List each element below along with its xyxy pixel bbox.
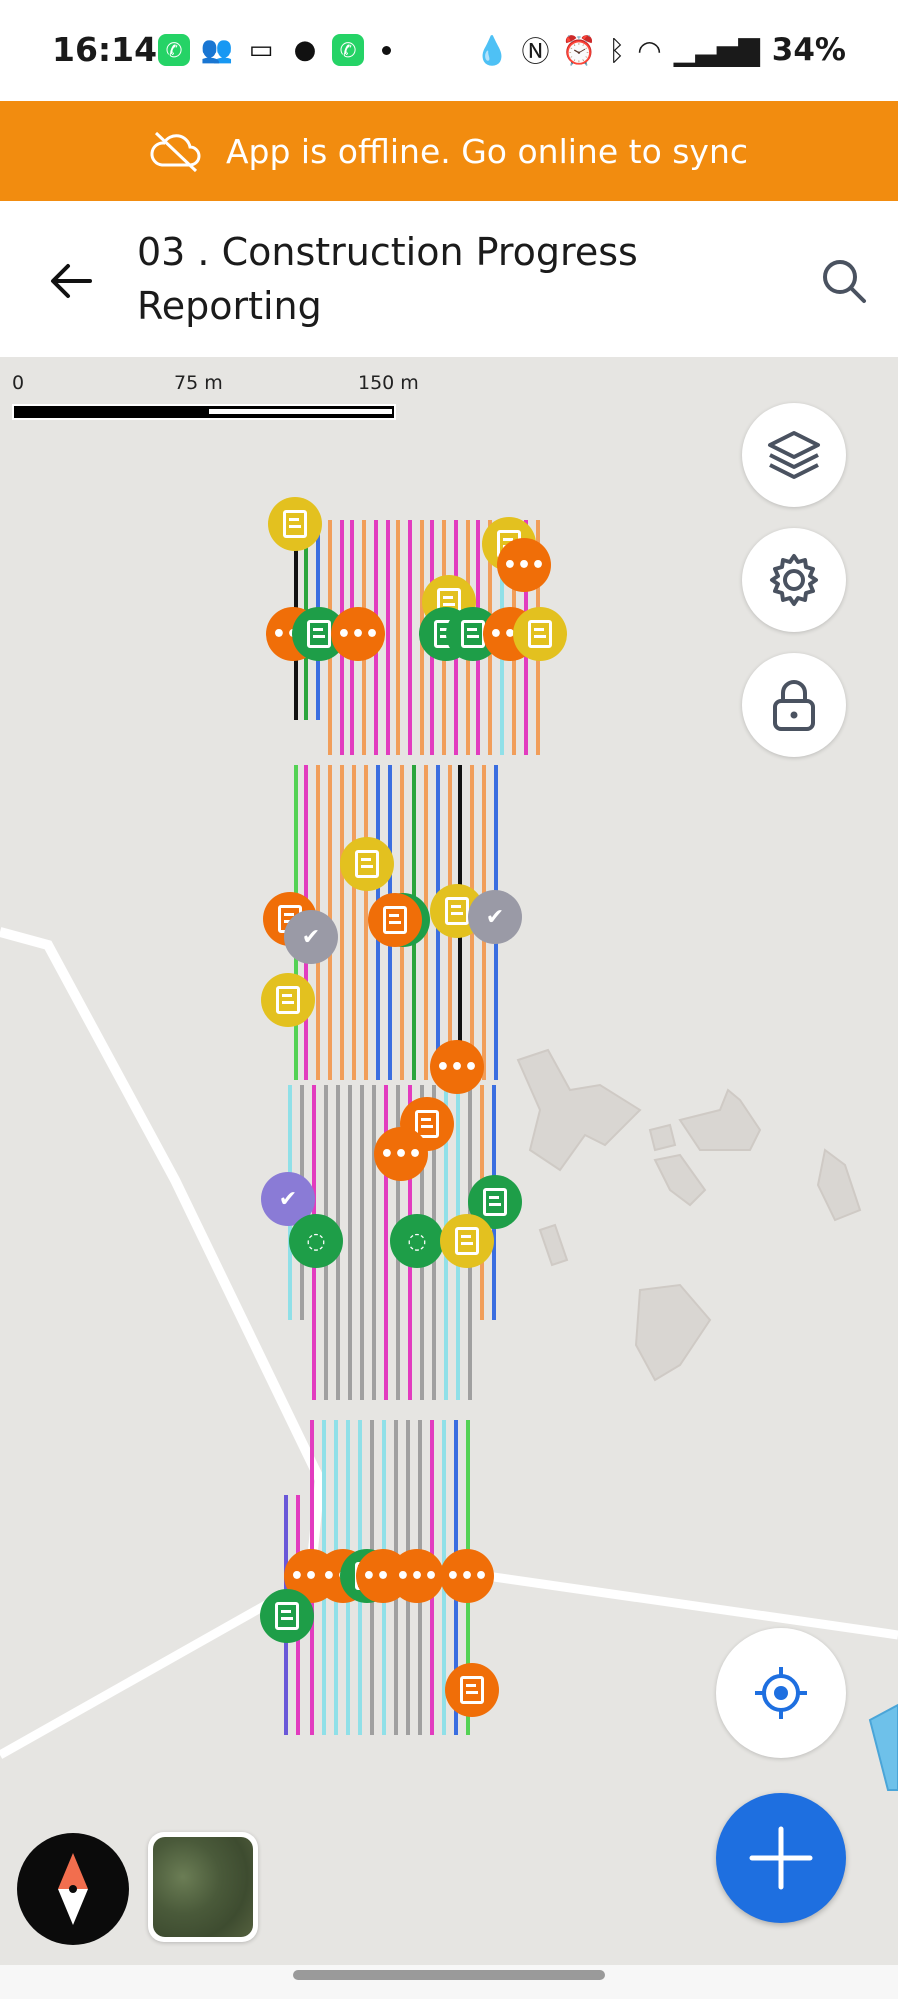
bluetooth-icon: ᛒ: [608, 33, 626, 67]
scale-label-150: 150 m: [358, 372, 419, 394]
map-marker[interactable]: •••: [390, 1549, 444, 1603]
crosshair-icon: [755, 1667, 807, 1719]
my-location-button[interactable]: [716, 1628, 846, 1758]
system-icons: 💧 Ⓝ ⏰ ᛒ ◠ ▁▃▅▇ 34%: [475, 30, 846, 70]
drop-icon: 💧: [474, 33, 510, 67]
map-marker[interactable]: •••: [331, 607, 385, 661]
satellite-thumbnail: [153, 1837, 253, 1937]
map-marker-completed[interactable]: ✔: [284, 910, 338, 964]
status-bar: 16:14 ✆ 👥 ▭ ● ✆ 💧 Ⓝ ⏰ ᛒ ◠ ▁▃▅▇ 34%: [0, 0, 898, 101]
whatsapp-icon: ✆: [158, 34, 190, 66]
group-icon: 👥: [200, 35, 234, 65]
map-marker[interactable]: [260, 1589, 314, 1643]
lock-icon: [773, 680, 815, 731]
map-marker-completed[interactable]: ✔: [468, 890, 522, 944]
signal-icon: ▁▃▅▇: [673, 33, 760, 67]
battery-level: 34%: [771, 32, 846, 68]
map-marker[interactable]: •••: [497, 538, 551, 592]
lock-button[interactable]: [742, 653, 846, 757]
scale-bar: [12, 404, 396, 420]
layers-icon: [768, 431, 820, 479]
map-marker-in-progress[interactable]: ◌: [390, 1214, 444, 1268]
basemap-switcher[interactable]: [148, 1832, 258, 1942]
map-marker[interactable]: [268, 497, 322, 551]
add-feature-button[interactable]: [716, 1793, 846, 1923]
settings-button[interactable]: [742, 528, 846, 632]
offline-banner-text: App is offline. Go online to sync: [225, 131, 749, 171]
wifi-icon: ◠: [637, 33, 662, 67]
layers-button[interactable]: [742, 403, 846, 507]
scale-label-75: 75 m: [174, 372, 223, 394]
search-icon: [823, 260, 866, 303]
app-bar: 03 . Construction Progress Reporting: [0, 201, 898, 357]
nfc-icon: Ⓝ: [521, 35, 550, 68]
map-marker[interactable]: •••: [430, 1040, 484, 1094]
compass-icon: [58, 1853, 88, 1925]
map-marker[interactable]: [261, 973, 315, 1027]
plus-icon: [749, 1826, 813, 1890]
back-button[interactable]: [40, 251, 100, 311]
offline-banner[interactable]: App is offline. Go online to sync: [0, 101, 898, 201]
status-time: 16:14: [52, 30, 158, 69]
cloud-off-icon: [150, 131, 201, 173]
map-marker[interactable]: [440, 1214, 494, 1268]
home-indicator[interactable]: [293, 1970, 605, 1980]
scale-label-0: 0: [12, 372, 25, 394]
map-marker-in-progress[interactable]: ◌: [289, 1214, 343, 1268]
search-button[interactable]: [816, 253, 872, 309]
map-marker[interactable]: [368, 893, 422, 947]
gear-icon: [770, 554, 818, 606]
alarm-icon: ⏰: [561, 33, 597, 67]
map-marker[interactable]: [513, 607, 567, 661]
message-icon: ▭: [248, 35, 274, 65]
more-notifications-dot: [382, 45, 391, 55]
page-title: 03 . Construction Progress Reporting: [137, 230, 638, 328]
notification-icons: ✆ 👥 ▭ ● ✆: [158, 34, 391, 66]
map-marker[interactable]: [445, 1663, 499, 1717]
compass-button[interactable]: [17, 1833, 129, 1945]
whatsapp-icon: ✆: [332, 34, 364, 66]
arrow-left-icon: [51, 264, 92, 298]
chat-icon: ●: [293, 35, 317, 65]
map-view[interactable]: 0 75 m 150 m ••• ••• ••• ••• ✔ ✔ ••• •••…: [0, 357, 898, 1965]
map-marker[interactable]: •••: [374, 1127, 428, 1181]
map-marker[interactable]: [340, 837, 394, 891]
map-marker[interactable]: •••: [440, 1549, 494, 1603]
